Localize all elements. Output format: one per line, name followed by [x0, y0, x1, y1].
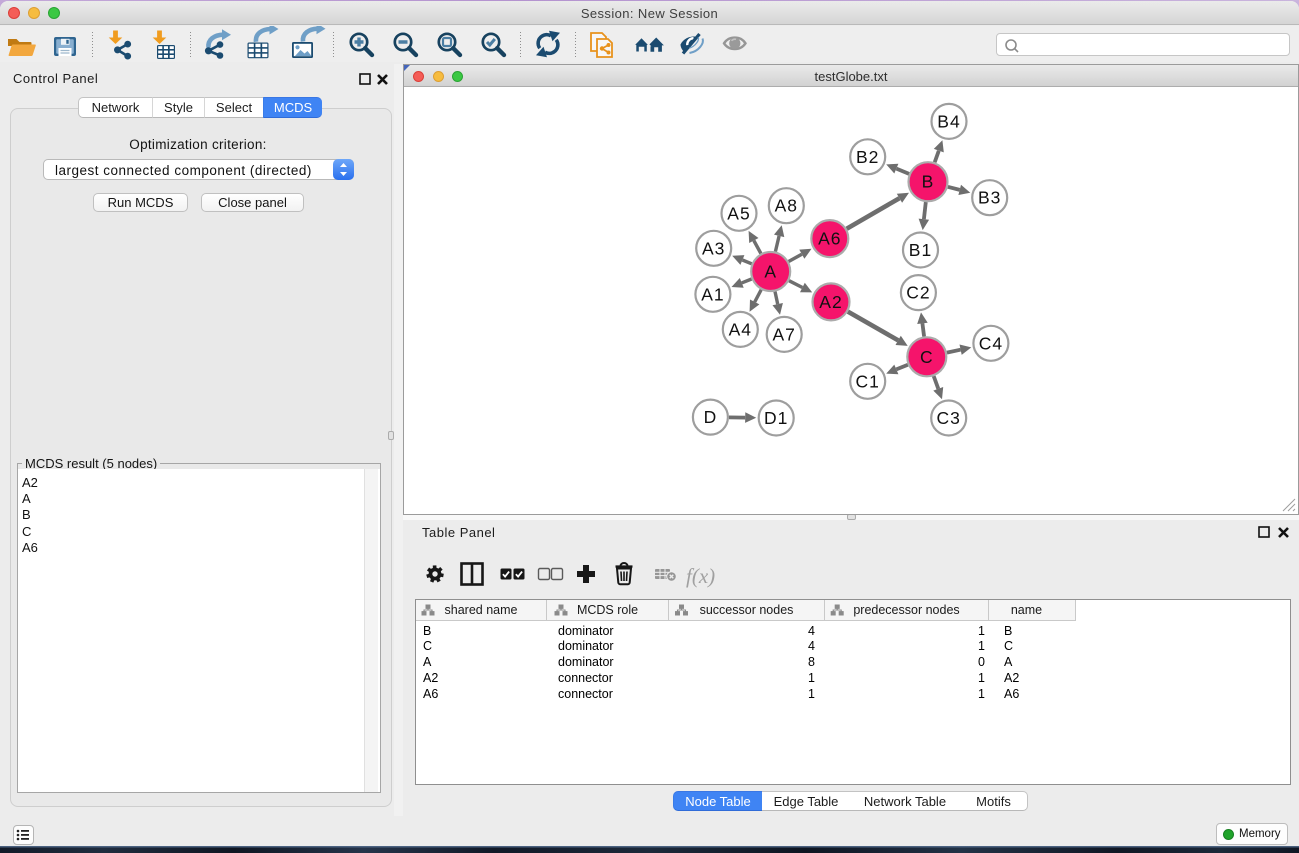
svg-text:A4: A4	[729, 319, 752, 339]
svg-text:C3: C3	[937, 408, 961, 428]
svg-text:A8: A8	[775, 196, 798, 216]
svg-text:A7: A7	[772, 324, 795, 344]
svg-text:A2: A2	[819, 292, 842, 312]
svg-text:B3: B3	[978, 188, 1001, 208]
svg-text:C4: C4	[979, 333, 1003, 353]
svg-text:A3: A3	[702, 238, 725, 258]
svg-text:f(x): f(x)	[686, 564, 715, 588]
svg-text:A6: A6	[818, 229, 841, 249]
svg-text:B: B	[922, 172, 935, 192]
svg-text:D: D	[704, 407, 718, 427]
svg-text:C: C	[920, 347, 934, 367]
svg-text:A: A	[764, 262, 777, 282]
svg-text:A1: A1	[701, 284, 724, 304]
svg-text:B2: B2	[856, 147, 879, 167]
svg-text:B1: B1	[909, 240, 932, 260]
svg-text:D1: D1	[764, 408, 788, 428]
svg-text:C1: C1	[856, 371, 880, 391]
svg-text:A5: A5	[727, 203, 750, 223]
svg-text:C2: C2	[906, 283, 930, 303]
svg-text:B4: B4	[937, 111, 960, 131]
